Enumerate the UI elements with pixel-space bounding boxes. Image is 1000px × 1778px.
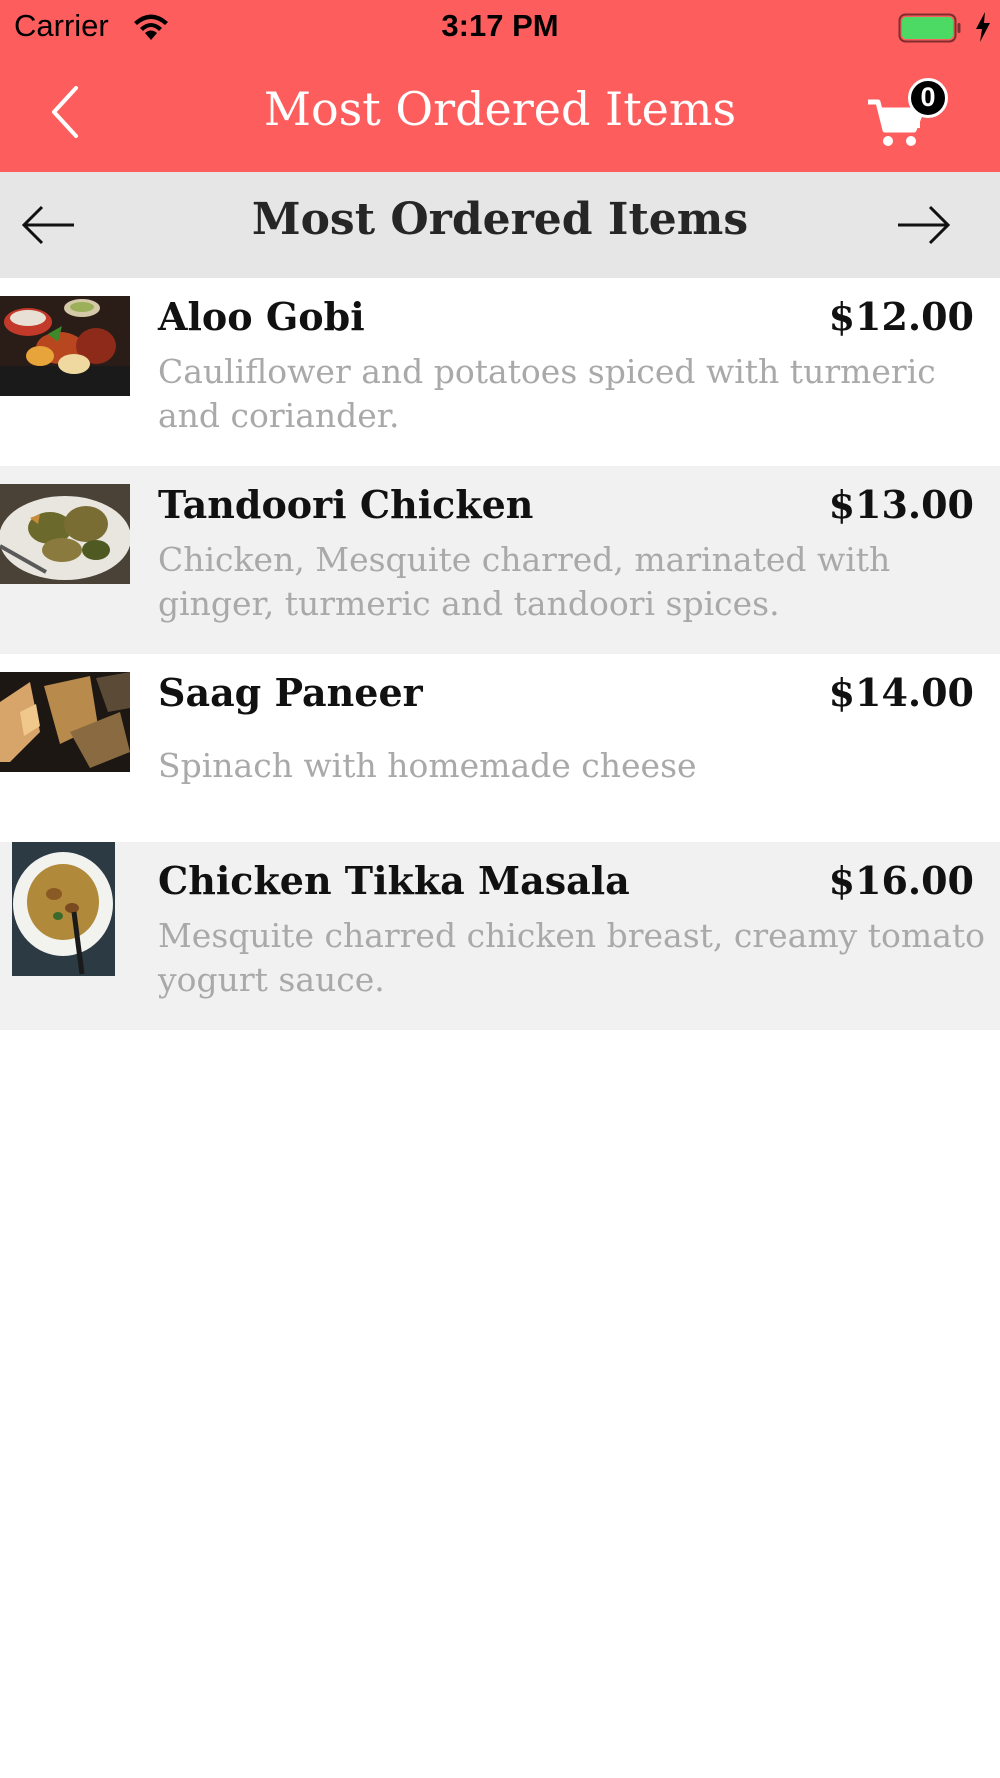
page-title: Most Ordered Items [263,82,737,136]
item-description: Chicken, Mesquite charred, marinated wit… [158,540,891,623]
menu-item[interactable]: Chicken Tikka Masala $16.00 Mesquite cha… [0,842,1000,1030]
nav-bar: Most Ordered Items 0 [0,56,1000,172]
menu-item-list: Aloo Gobi $12.00 Cauliflower and potatoe… [0,278,1000,1030]
section-title: Most Ordered Items [251,194,749,245]
arrow-right-icon[interactable] [894,202,952,248]
item-price: $14.00 [828,670,974,715]
item-name: Saag Paneer [158,670,423,715]
tandoori-chicken-image [0,484,130,584]
item-description: Spinach with homemade cheese [158,746,697,785]
item-price: $16.00 [828,858,974,903]
aloo-gobi-image [0,296,130,396]
item-description: Cauliflower and potatoes spiced with tur… [158,352,936,435]
battery-icon [898,13,961,43]
item-price: $12.00 [828,294,974,339]
cart-count-badge: 0 [908,78,948,118]
status-bar: Carrier 3:17 PM [0,0,1000,56]
charging-bolt-icon [976,12,990,42]
item-name: Aloo Gobi [158,294,365,339]
item-name: Tandoori Chicken [158,482,534,527]
menu-item[interactable]: Aloo Gobi $12.00 Cauliflower and potatoe… [0,278,1000,466]
menu-item[interactable]: Saag Paneer $14.00 Spinach with homemade… [0,654,1000,842]
item-price: $13.00 [828,482,974,527]
chicken-tikka-masala-image [12,842,115,976]
saag-paneer-image [0,672,130,772]
item-description: Mesquite charred chicken breast, creamy … [158,916,985,999]
status-time: 3:17 PM [441,8,559,43]
item-name: Chicken Tikka Masala [158,858,630,903]
menu-item[interactable]: Tandoori Chicken $13.00 Chicken, Mesquit… [0,466,1000,654]
section-header: Most Ordered Items [0,172,1000,278]
